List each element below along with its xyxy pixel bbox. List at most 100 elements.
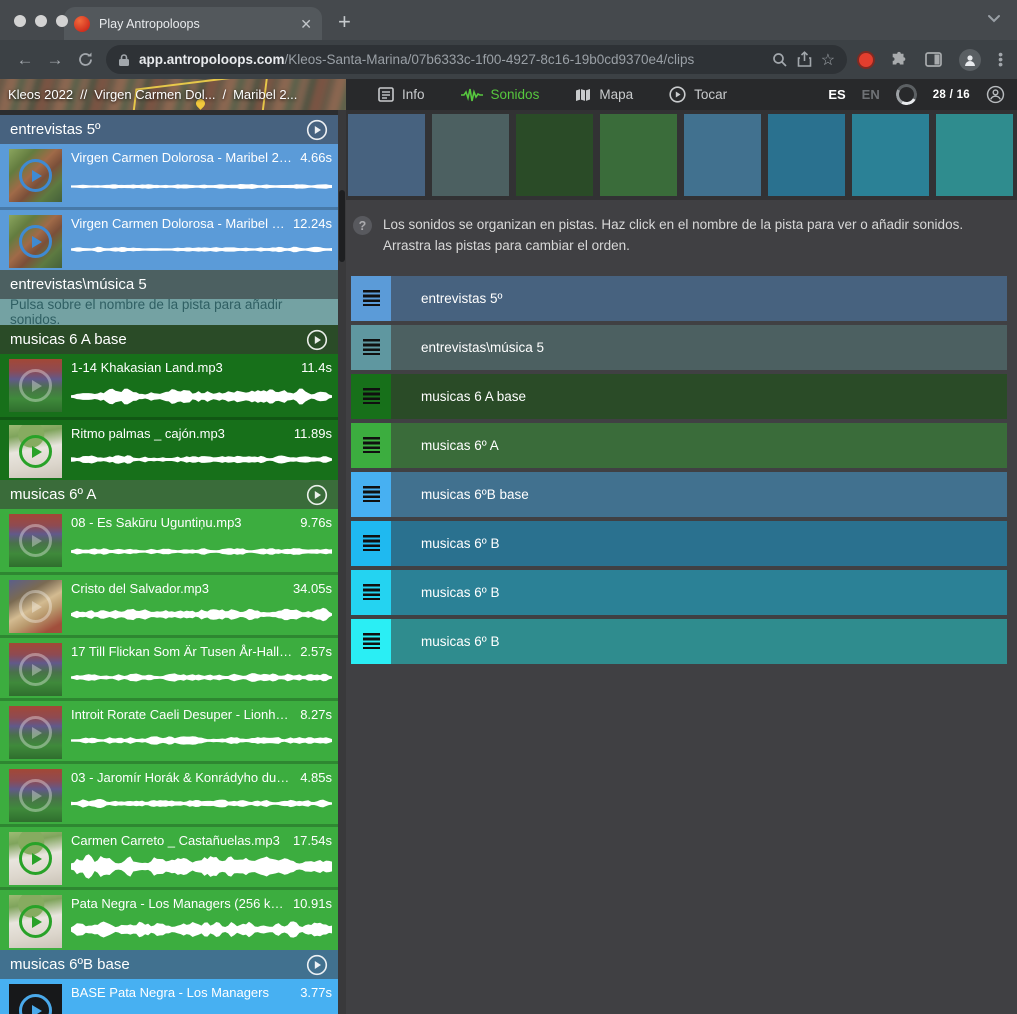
track-drag-handle[interactable] bbox=[351, 325, 391, 370]
clip-thumbnail[interactable] bbox=[9, 215, 62, 268]
track-drag-handle[interactable] bbox=[351, 423, 391, 468]
track-color-square[interactable] bbox=[348, 114, 425, 196]
breadcrumb[interactable]: Kleos 2022 // Virgen Carmen Dol... / Mar… bbox=[0, 79, 346, 110]
track-row[interactable]: entrevistas 5º bbox=[351, 276, 1007, 321]
browser-tab[interactable]: Play Antropoloops ✕ bbox=[64, 7, 322, 40]
close-window-button[interactable] bbox=[14, 15, 26, 27]
extensions-puzzle-icon[interactable] bbox=[890, 51, 908, 69]
track-play-button[interactable] bbox=[306, 329, 328, 351]
lock-icon[interactable] bbox=[118, 53, 130, 67]
sidebar-scrollbar[interactable] bbox=[338, 110, 346, 1014]
back-icon[interactable]: ← bbox=[10, 50, 40, 70]
track-row[interactable]: musicas 6ºB base bbox=[351, 472, 1007, 517]
clip-play-overlay-icon[interactable] bbox=[19, 159, 52, 192]
clip-thumbnail[interactable] bbox=[9, 359, 62, 412]
account-icon[interactable] bbox=[986, 85, 1005, 104]
clip-play-overlay-icon[interactable] bbox=[19, 435, 52, 468]
track-play-icon[interactable] bbox=[306, 329, 328, 351]
track-drag-handle[interactable] bbox=[351, 374, 391, 419]
clip-play-overlay-icon[interactable] bbox=[19, 653, 52, 686]
track-play-button[interactable] bbox=[306, 484, 328, 506]
clip-play-overlay-icon[interactable] bbox=[19, 842, 52, 875]
browser-profile-avatar[interactable] bbox=[959, 49, 981, 71]
track-row[interactable]: musicas 6 A base bbox=[351, 374, 1007, 419]
address-bar[interactable]: app.antropoloops.com/Kleos-Santa-Marina/… bbox=[106, 45, 847, 74]
window-controls[interactable] bbox=[14, 15, 68, 27]
track-row[interactable]: musicas 6º B bbox=[351, 619, 1007, 664]
nav-mapa[interactable]: Mapa bbox=[575, 87, 633, 102]
track-header[interactable]: musicas 6 A base bbox=[0, 325, 338, 354]
track-row-bar[interactable]: musicas 6º B bbox=[391, 570, 1007, 615]
track-drag-handle[interactable] bbox=[351, 472, 391, 517]
track-row-bar[interactable]: musicas 6ºB base bbox=[391, 472, 1007, 517]
record-extension-icon[interactable] bbox=[859, 53, 873, 67]
tab-search-chevron-icon[interactable] bbox=[987, 14, 1001, 23]
track-color-square[interactable] bbox=[936, 114, 1013, 196]
track-color-square[interactable] bbox=[684, 114, 761, 196]
track-row-bar[interactable]: musicas 6º B bbox=[391, 521, 1007, 566]
track-play-icon[interactable] bbox=[306, 954, 328, 976]
browser-menu-kebab-icon[interactable]: ••• bbox=[998, 52, 1003, 67]
track-row-bar[interactable]: musicas 6 A base bbox=[391, 374, 1007, 419]
reload-icon[interactable] bbox=[70, 51, 100, 68]
clip-play-overlay-icon[interactable] bbox=[19, 779, 52, 812]
clip-thumbnail[interactable] bbox=[9, 425, 62, 478]
track-color-square[interactable] bbox=[516, 114, 593, 196]
track-color-square[interactable] bbox=[768, 114, 845, 196]
clip-row[interactable]: Cristo del Salvador.mp334.05s bbox=[0, 572, 338, 635]
track-play-icon[interactable] bbox=[306, 484, 328, 506]
track-header[interactable]: musicas 6ºB base bbox=[0, 950, 338, 979]
lang-es-button[interactable]: ES bbox=[828, 87, 845, 102]
tab-close-icon[interactable]: ✕ bbox=[300, 17, 312, 31]
bookmark-star-icon[interactable]: ☆ bbox=[821, 50, 835, 70]
zoom-page-icon[interactable] bbox=[772, 52, 788, 68]
track-color-square[interactable] bbox=[600, 114, 677, 196]
clip-play-overlay-icon[interactable] bbox=[19, 225, 52, 258]
zoom-window-button[interactable] bbox=[56, 15, 68, 27]
track-row[interactable]: musicas 6º B bbox=[351, 521, 1007, 566]
clip-thumbnail[interactable] bbox=[9, 984, 62, 1014]
track-row[interactable]: entrevistas\música 5 bbox=[351, 325, 1007, 370]
track-header[interactable]: musicas 6º A bbox=[0, 480, 338, 509]
clip-thumbnail[interactable] bbox=[9, 580, 62, 633]
scrollbar-thumb[interactable] bbox=[339, 190, 345, 262]
track-row[interactable]: musicas 6º A bbox=[351, 423, 1007, 468]
side-panel-icon[interactable] bbox=[925, 52, 942, 67]
forward-icon[interactable]: → bbox=[40, 50, 70, 70]
track-header[interactable]: entrevistas\música 5 bbox=[0, 270, 338, 299]
nav-sonidos[interactable]: Sonidos bbox=[461, 87, 540, 102]
clip-row[interactable]: Ritmo palmas _ cajón.mp311.89s bbox=[0, 417, 338, 480]
track-row-bar[interactable]: entrevistas\música 5 bbox=[391, 325, 1007, 370]
clip-row[interactable]: BASE Pata Negra - Los Managers3.77s bbox=[0, 979, 338, 1014]
clip-thumbnail[interactable] bbox=[9, 895, 62, 948]
track-drag-handle[interactable] bbox=[351, 276, 391, 321]
track-color-square[interactable] bbox=[852, 114, 929, 196]
clip-row[interactable]: Virgen Carmen Dolorosa - Maribel 2.mp312… bbox=[0, 207, 338, 270]
url-text[interactable]: app.antropoloops.com/Kleos-Santa-Marina/… bbox=[139, 52, 763, 67]
clip-row[interactable]: 17 Till Flickan Som Är Tusen År-Halling … bbox=[0, 635, 338, 698]
clip-play-overlay-icon[interactable] bbox=[19, 524, 52, 557]
track-play-icon[interactable] bbox=[306, 119, 328, 141]
track-play-button[interactable] bbox=[306, 954, 328, 976]
nav-tocar[interactable]: Tocar bbox=[669, 86, 727, 103]
clip-row[interactable]: Pata Negra - Los Managers (256 kbps).mp3… bbox=[0, 887, 338, 950]
project-breadcrumb-hero[interactable]: Kleos 2022 // Virgen Carmen Dol... / Mar… bbox=[0, 79, 346, 110]
clip-play-overlay-icon[interactable] bbox=[19, 369, 52, 402]
nav-info[interactable]: Info bbox=[378, 87, 425, 102]
clip-thumbnail[interactable] bbox=[9, 149, 62, 202]
empty-track-hint[interactable]: Pulsa sobre el nombre de la pista para a… bbox=[0, 299, 338, 325]
clip-play-overlay-icon[interactable] bbox=[19, 590, 52, 623]
track-header[interactable]: entrevistas 5º bbox=[0, 115, 338, 144]
track-drag-handle[interactable] bbox=[351, 521, 391, 566]
clip-thumbnail[interactable] bbox=[9, 514, 62, 567]
clip-row[interactable]: 1-14 Khakasian Land.mp311.4s bbox=[0, 354, 338, 417]
share-icon[interactable] bbox=[797, 51, 812, 68]
track-color-square[interactable] bbox=[432, 114, 509, 196]
lang-en-button[interactable]: EN bbox=[862, 87, 880, 102]
clip-thumbnail[interactable] bbox=[9, 769, 62, 822]
track-row[interactable]: musicas 6º B bbox=[351, 570, 1007, 615]
breadcrumb-project[interactable]: Kleos 2022 bbox=[8, 87, 73, 102]
track-play-button[interactable] bbox=[306, 119, 328, 141]
clip-thumbnail[interactable] bbox=[9, 832, 62, 885]
clip-row[interactable]: Introit Rorate Caeli Desuper - Lionheart… bbox=[0, 698, 338, 761]
